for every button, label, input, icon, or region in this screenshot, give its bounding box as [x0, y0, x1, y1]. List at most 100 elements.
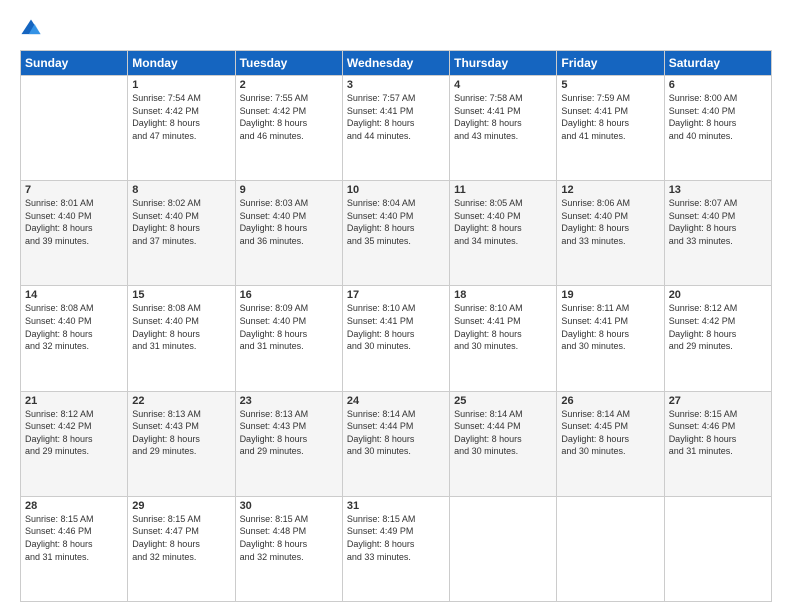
day-info: Sunrise: 8:11 AMSunset: 4:41 PMDaylight:…: [561, 302, 659, 352]
day-cell: [450, 496, 557, 601]
day-number: 29: [132, 500, 230, 512]
day-info: Sunrise: 8:14 AMSunset: 4:44 PMDaylight:…: [347, 408, 445, 458]
weekday-tuesday: Tuesday: [235, 51, 342, 76]
day-number: 15: [132, 289, 230, 301]
day-info: Sunrise: 8:05 AMSunset: 4:40 PMDaylight:…: [454, 197, 552, 247]
day-info: Sunrise: 8:06 AMSunset: 4:40 PMDaylight:…: [561, 197, 659, 247]
logo-icon: [20, 18, 42, 40]
day-number: 30: [240, 500, 338, 512]
day-cell: 9Sunrise: 8:03 AMSunset: 4:40 PMDaylight…: [235, 181, 342, 286]
day-number: 2: [240, 79, 338, 91]
day-info: Sunrise: 8:08 AMSunset: 4:40 PMDaylight:…: [132, 302, 230, 352]
day-number: 6: [669, 79, 767, 91]
day-info: Sunrise: 8:14 AMSunset: 4:44 PMDaylight:…: [454, 408, 552, 458]
day-cell: [21, 76, 128, 181]
day-cell: 12Sunrise: 8:06 AMSunset: 4:40 PMDayligh…: [557, 181, 664, 286]
day-cell: 24Sunrise: 8:14 AMSunset: 4:44 PMDayligh…: [342, 391, 449, 496]
day-number: 24: [347, 395, 445, 407]
day-info: Sunrise: 8:01 AMSunset: 4:40 PMDaylight:…: [25, 197, 123, 247]
day-info: Sunrise: 8:08 AMSunset: 4:40 PMDaylight:…: [25, 302, 123, 352]
day-info: Sunrise: 7:58 AMSunset: 4:41 PMDaylight:…: [454, 92, 552, 142]
day-number: 27: [669, 395, 767, 407]
day-number: 7: [25, 184, 123, 196]
day-info: Sunrise: 8:07 AMSunset: 4:40 PMDaylight:…: [669, 197, 767, 247]
day-cell: 7Sunrise: 8:01 AMSunset: 4:40 PMDaylight…: [21, 181, 128, 286]
calendar: SundayMondayTuesdayWednesdayThursdayFrid…: [20, 50, 772, 602]
day-cell: 22Sunrise: 8:13 AMSunset: 4:43 PMDayligh…: [128, 391, 235, 496]
day-number: 20: [669, 289, 767, 301]
day-cell: [557, 496, 664, 601]
week-row-2: 14Sunrise: 8:08 AMSunset: 4:40 PMDayligh…: [21, 286, 772, 391]
day-info: Sunrise: 7:59 AMSunset: 4:41 PMDaylight:…: [561, 92, 659, 142]
day-cell: 28Sunrise: 8:15 AMSunset: 4:46 PMDayligh…: [21, 496, 128, 601]
day-number: 25: [454, 395, 552, 407]
day-cell: 4Sunrise: 7:58 AMSunset: 4:41 PMDaylight…: [450, 76, 557, 181]
day-info: Sunrise: 8:14 AMSunset: 4:45 PMDaylight:…: [561, 408, 659, 458]
weekday-monday: Monday: [128, 51, 235, 76]
day-cell: 18Sunrise: 8:10 AMSunset: 4:41 PMDayligh…: [450, 286, 557, 391]
day-info: Sunrise: 8:12 AMSunset: 4:42 PMDaylight:…: [669, 302, 767, 352]
day-number: 21: [25, 395, 123, 407]
day-cell: 27Sunrise: 8:15 AMSunset: 4:46 PMDayligh…: [664, 391, 771, 496]
header: [20, 18, 772, 40]
weekday-friday: Friday: [557, 51, 664, 76]
day-cell: 16Sunrise: 8:09 AMSunset: 4:40 PMDayligh…: [235, 286, 342, 391]
day-cell: 30Sunrise: 8:15 AMSunset: 4:48 PMDayligh…: [235, 496, 342, 601]
day-number: 11: [454, 184, 552, 196]
day-number: 3: [347, 79, 445, 91]
weekday-sunday: Sunday: [21, 51, 128, 76]
day-info: Sunrise: 8:04 AMSunset: 4:40 PMDaylight:…: [347, 197, 445, 247]
day-info: Sunrise: 8:10 AMSunset: 4:41 PMDaylight:…: [347, 302, 445, 352]
weekday-row: SundayMondayTuesdayWednesdayThursdayFrid…: [21, 51, 772, 76]
day-cell: 20Sunrise: 8:12 AMSunset: 4:42 PMDayligh…: [664, 286, 771, 391]
day-cell: 14Sunrise: 8:08 AMSunset: 4:40 PMDayligh…: [21, 286, 128, 391]
day-cell: 25Sunrise: 8:14 AMSunset: 4:44 PMDayligh…: [450, 391, 557, 496]
day-number: 16: [240, 289, 338, 301]
day-info: Sunrise: 8:15 AMSunset: 4:46 PMDaylight:…: [669, 408, 767, 458]
day-info: Sunrise: 7:54 AMSunset: 4:42 PMDaylight:…: [132, 92, 230, 142]
day-cell: 31Sunrise: 8:15 AMSunset: 4:49 PMDayligh…: [342, 496, 449, 601]
day-number: 22: [132, 395, 230, 407]
weekday-wednesday: Wednesday: [342, 51, 449, 76]
day-cell: [664, 496, 771, 601]
day-info: Sunrise: 8:09 AMSunset: 4:40 PMDaylight:…: [240, 302, 338, 352]
day-number: 31: [347, 500, 445, 512]
day-cell: 5Sunrise: 7:59 AMSunset: 4:41 PMDaylight…: [557, 76, 664, 181]
day-number: 18: [454, 289, 552, 301]
day-info: Sunrise: 8:15 AMSunset: 4:46 PMDaylight:…: [25, 513, 123, 563]
day-cell: 8Sunrise: 8:02 AMSunset: 4:40 PMDaylight…: [128, 181, 235, 286]
calendar-body: 1Sunrise: 7:54 AMSunset: 4:42 PMDaylight…: [21, 76, 772, 602]
day-cell: 1Sunrise: 7:54 AMSunset: 4:42 PMDaylight…: [128, 76, 235, 181]
day-info: Sunrise: 8:03 AMSunset: 4:40 PMDaylight:…: [240, 197, 338, 247]
day-number: 1: [132, 79, 230, 91]
day-info: Sunrise: 8:02 AMSunset: 4:40 PMDaylight:…: [132, 197, 230, 247]
day-info: Sunrise: 8:13 AMSunset: 4:43 PMDaylight:…: [240, 408, 338, 458]
day-number: 12: [561, 184, 659, 196]
day-cell: 2Sunrise: 7:55 AMSunset: 4:42 PMDaylight…: [235, 76, 342, 181]
week-row-4: 28Sunrise: 8:15 AMSunset: 4:46 PMDayligh…: [21, 496, 772, 601]
week-row-0: 1Sunrise: 7:54 AMSunset: 4:42 PMDaylight…: [21, 76, 772, 181]
day-info: Sunrise: 7:55 AMSunset: 4:42 PMDaylight:…: [240, 92, 338, 142]
day-info: Sunrise: 8:12 AMSunset: 4:42 PMDaylight:…: [25, 408, 123, 458]
day-cell: 29Sunrise: 8:15 AMSunset: 4:47 PMDayligh…: [128, 496, 235, 601]
day-info: Sunrise: 8:00 AMSunset: 4:40 PMDaylight:…: [669, 92, 767, 142]
day-info: Sunrise: 8:10 AMSunset: 4:41 PMDaylight:…: [454, 302, 552, 352]
page: SundayMondayTuesdayWednesdayThursdayFrid…: [0, 0, 792, 612]
day-info: Sunrise: 8:15 AMSunset: 4:48 PMDaylight:…: [240, 513, 338, 563]
day-number: 13: [669, 184, 767, 196]
day-cell: 3Sunrise: 7:57 AMSunset: 4:41 PMDaylight…: [342, 76, 449, 181]
day-number: 4: [454, 79, 552, 91]
day-number: 28: [25, 500, 123, 512]
day-cell: 26Sunrise: 8:14 AMSunset: 4:45 PMDayligh…: [557, 391, 664, 496]
day-number: 9: [240, 184, 338, 196]
day-number: 5: [561, 79, 659, 91]
day-cell: 6Sunrise: 8:00 AMSunset: 4:40 PMDaylight…: [664, 76, 771, 181]
day-info: Sunrise: 7:57 AMSunset: 4:41 PMDaylight:…: [347, 92, 445, 142]
week-row-3: 21Sunrise: 8:12 AMSunset: 4:42 PMDayligh…: [21, 391, 772, 496]
day-cell: 23Sunrise: 8:13 AMSunset: 4:43 PMDayligh…: [235, 391, 342, 496]
day-number: 19: [561, 289, 659, 301]
day-info: Sunrise: 8:13 AMSunset: 4:43 PMDaylight:…: [132, 408, 230, 458]
day-cell: 13Sunrise: 8:07 AMSunset: 4:40 PMDayligh…: [664, 181, 771, 286]
week-row-1: 7Sunrise: 8:01 AMSunset: 4:40 PMDaylight…: [21, 181, 772, 286]
day-info: Sunrise: 8:15 AMSunset: 4:49 PMDaylight:…: [347, 513, 445, 563]
